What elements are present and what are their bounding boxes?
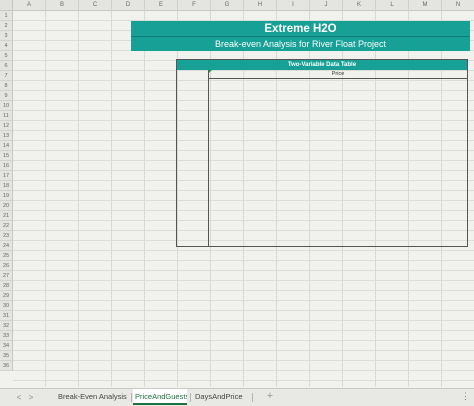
row-header[interactable]: 30 (0, 301, 13, 311)
spreadsheet-area: ABCDEFGHIJKLMN 1 2 3 4 5 6 7 8 9 10 11 12 13 14 15 16 17… (0, 0, 474, 388)
sheet-tab[interactable]: DaysAndPrice (193, 389, 249, 405)
title-text: Extreme H2O (264, 23, 337, 35)
row-header[interactable]: 3 (0, 31, 13, 41)
column-header[interactable]: L (376, 0, 409, 11)
row-header[interactable]: 21 (0, 211, 13, 221)
row-header[interactable]: 33 (0, 331, 13, 341)
column-header[interactable]: B (46, 0, 79, 11)
row-header[interactable]: 1 (0, 11, 13, 21)
cell-marker-icon (209, 70, 212, 73)
tab-separator (252, 393, 253, 402)
column-header[interactable]: K (343, 0, 376, 11)
row-header[interactable]: 11 (0, 111, 13, 121)
row-header[interactable]: 10 (0, 101, 13, 111)
row-header[interactable]: 25 (0, 251, 13, 261)
row-header[interactable]: 7 (0, 71, 13, 81)
more-options-icon[interactable]: ⋮ (461, 389, 470, 405)
price-column-label: Price (209, 70, 467, 79)
sheet-tab[interactable]: PriceAndGuests (133, 389, 187, 405)
row-header[interactable]: 14 (0, 141, 13, 151)
column-header[interactable]: I (277, 0, 310, 11)
tab-prev-icon[interactable]: < (14, 391, 24, 404)
row-header[interactable]: 13 (0, 131, 13, 141)
column-header[interactable]: A (13, 0, 46, 11)
column-headers: ABCDEFGHIJKLMN (13, 0, 474, 11)
column-header[interactable]: D (112, 0, 145, 11)
row-header[interactable]: 19 (0, 191, 13, 201)
row-header[interactable]: 9 (0, 91, 13, 101)
row-header[interactable]: 27 (0, 271, 13, 281)
row-header[interactable]: 24 (0, 241, 13, 251)
tab-separator (190, 393, 191, 402)
row-header[interactable]: 26 (0, 261, 13, 271)
sheet-tab-bar: < > Break-Even Analysis PriceAndGuests Day… (0, 388, 474, 406)
row-header[interactable]: 15 (0, 151, 13, 161)
row-header[interactable]: 29 (0, 291, 13, 301)
column-header[interactable]: J (310, 0, 343, 11)
row-header[interactable]: 20 (0, 201, 13, 211)
column-header[interactable]: G (211, 0, 244, 11)
row-header[interactable]: 2 (0, 21, 13, 31)
row-header[interactable]: 36 (0, 361, 13, 371)
row-header[interactable]: 5 (0, 51, 13, 61)
subtitle-text: Break-even Analysis for River Float Proj… (214, 39, 387, 49)
row-header[interactable]: 8 (0, 81, 13, 91)
data-table-divider (208, 70, 209, 246)
row-header[interactable]: 28 (0, 281, 13, 291)
row-header[interactable]: 32 (0, 321, 13, 331)
sheet-tab[interactable]: Break-Even Analysis (56, 389, 130, 405)
row-header[interactable]: 17 (0, 171, 13, 181)
tab-next-icon[interactable]: > (26, 391, 36, 404)
two-variable-data-table[interactable]: Two-Variable Data Table Price (176, 59, 468, 247)
subtitle-banner[interactable]: Break-even Analysis for River Float Proj… (131, 37, 470, 51)
row-header[interactable]: 35 (0, 351, 13, 361)
row-header[interactable]: 6 (0, 61, 13, 71)
row-header[interactable]: 16 (0, 161, 13, 171)
data-table-header: Two-Variable Data Table (177, 60, 467, 70)
column-header[interactable]: H (244, 0, 277, 11)
column-header[interactable]: N (442, 0, 474, 11)
row-header[interactable]: 22 (0, 221, 13, 231)
tab-separator (131, 393, 132, 402)
title-banner[interactable]: Extreme H2O (131, 21, 470, 37)
column-header[interactable]: C (79, 0, 112, 11)
column-header[interactable]: F (178, 0, 211, 11)
select-all-corner[interactable] (0, 0, 13, 11)
row-header[interactable]: 4 (0, 41, 13, 51)
column-header[interactable]: E (145, 0, 178, 11)
row-header[interactable]: 18 (0, 181, 13, 191)
row-header[interactable]: 23 (0, 231, 13, 241)
row-header[interactable]: 12 (0, 121, 13, 131)
row-header[interactable]: 34 (0, 341, 13, 351)
add-sheet-icon[interactable]: + (264, 389, 276, 405)
row-header[interactable]: 31 (0, 311, 13, 321)
column-header[interactable]: M (409, 0, 442, 11)
